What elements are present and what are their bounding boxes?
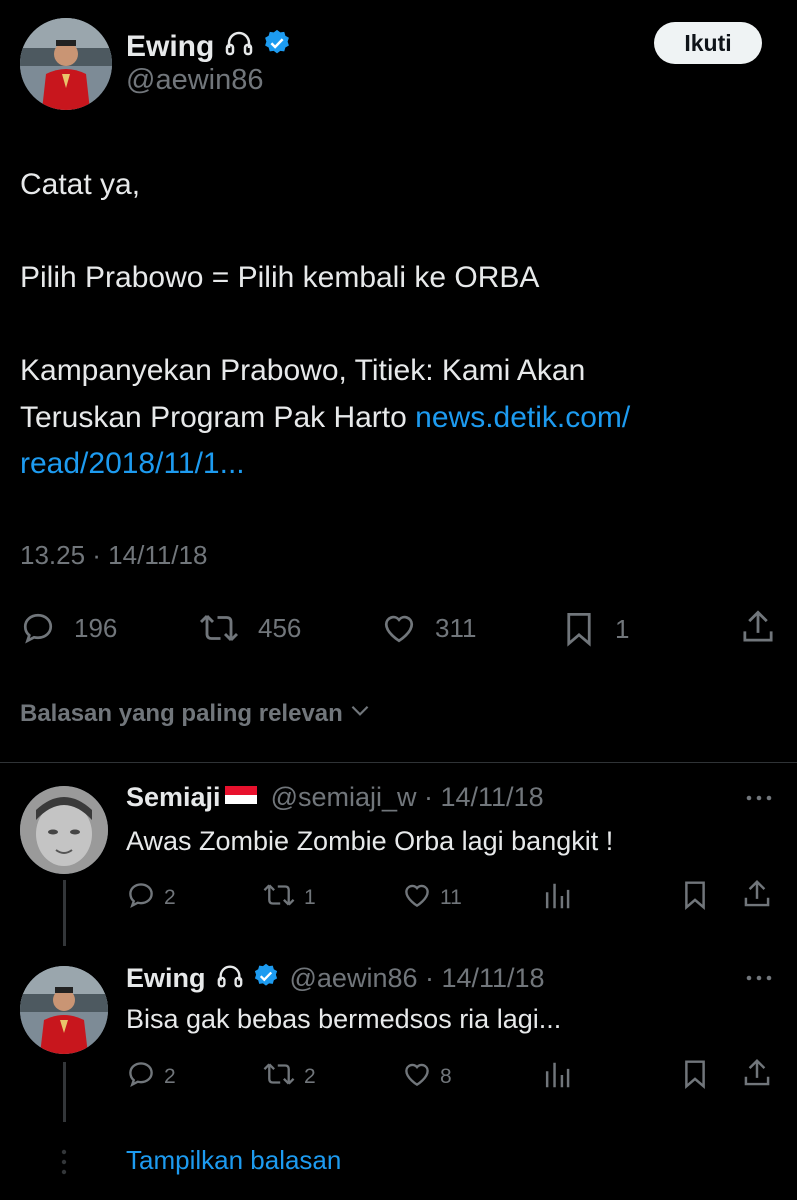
retweet-icon — [198, 610, 240, 646]
reply-icon — [126, 1059, 156, 1095]
reply-header: Semiaji @semiaji_w · 14/11/18 — [126, 782, 544, 813]
verified-badge-icon — [262, 28, 292, 66]
tweet-line-text: Teruskan Program Pak Harto — [20, 400, 416, 434]
retweet-icon — [262, 1059, 296, 1095]
author-name-row[interactable]: Ewing — [126, 28, 292, 66]
tweet-timestamp[interactable]: 13.25 · 14/11/18 — [20, 540, 207, 571]
share-button[interactable] — [740, 608, 776, 646]
reply-share-button[interactable] — [742, 878, 772, 916]
heart-icon — [402, 880, 432, 916]
analytics-icon — [542, 1059, 572, 1097]
author-name[interactable]: Ewing — [126, 30, 214, 64]
reply-bookmark-button[interactable] — [680, 1058, 710, 1096]
follow-button[interactable]: Ikuti — [654, 22, 762, 64]
tweet-line: Pilih Prabowo = Pilih kembali ke ORBA — [20, 261, 540, 294]
thread-line — [63, 1062, 66, 1122]
share-icon — [742, 878, 772, 916]
author-handle[interactable]: @aewin86 — [126, 64, 263, 97]
headphones-icon — [224, 28, 254, 66]
analytics-button[interactable] — [542, 1059, 572, 1097]
reply-count: 2 — [164, 886, 176, 909]
bookmark-icon — [680, 1058, 710, 1096]
more-options-icon[interactable] — [742, 966, 776, 995]
chevron-down-icon — [347, 697, 373, 730]
heart-icon — [402, 1059, 432, 1095]
analytics-button[interactable] — [542, 880, 572, 918]
retweet-icon — [262, 880, 296, 916]
reply-reply-button[interactable]: 2 — [126, 880, 176, 916]
like-count: 8 — [440, 1065, 452, 1088]
reply-text: Awas Zombie Zombie Orba lagi bangkit ! — [126, 826, 614, 856]
reply-author-name[interactable]: Ewing — [126, 963, 206, 994]
reply-retweet-button[interactable]: 2 — [262, 1059, 316, 1095]
thread-dots-icon — [58, 1148, 70, 1181]
tweet-text: Catat ya, Pilih Prabowo = Pilih kembali … — [20, 162, 760, 488]
reply-avatar[interactable] — [20, 966, 108, 1054]
reply-retweet-button[interactable]: 1 — [262, 880, 316, 916]
thread-line — [63, 880, 66, 946]
tweet-line: Teruskan Program Pak Harto news.detik.co… — [20, 395, 760, 442]
retweet-count: 456 — [258, 612, 302, 643]
verified-badge-icon — [252, 962, 280, 995]
divider — [0, 762, 797, 763]
like-button[interactable]: 311 — [381, 610, 476, 646]
bookmark-icon — [680, 879, 710, 917]
reply-button[interactable]: 196 — [20, 610, 117, 646]
reply-like-button[interactable]: 11 — [402, 880, 462, 916]
share-icon — [740, 608, 776, 646]
reply-header: Ewing @aewin86 · 14/11/18 — [126, 962, 545, 995]
headphones-icon — [216, 962, 244, 995]
like-count: 311 — [435, 612, 477, 643]
reply-share-button[interactable] — [742, 1057, 772, 1095]
reply-sort-dropdown[interactable]: Balasan yang paling relevan — [20, 697, 373, 730]
analytics-icon — [542, 880, 572, 918]
heart-icon — [381, 610, 417, 646]
show-replies-link[interactable]: Tampilkan balasan — [126, 1145, 341, 1176]
reply-icon — [20, 610, 56, 646]
article-link-cont[interactable]: read/2018/11/1... — [20, 441, 760, 488]
reply-like-button[interactable]: 8 — [402, 1059, 452, 1095]
tweet-line: Catat ya, — [20, 168, 141, 201]
reply-text: Bisa gak bebas bermedsos ria lagi... — [126, 1004, 562, 1034]
indonesia-flag-icon — [223, 783, 259, 812]
article-link[interactable]: news.detik.com/ — [415, 401, 630, 434]
reply-handle-time[interactable]: @aewin86 · 14/11/18 — [290, 963, 545, 994]
reply-count: 196 — [74, 612, 118, 643]
reply-bookmark-button[interactable] — [680, 879, 710, 917]
more-options-icon[interactable] — [742, 786, 776, 815]
reply-author-name[interactable]: Semiaji — [126, 782, 221, 813]
reply-sort-label: Balasan yang paling relevan — [20, 699, 343, 727]
retweet-button[interactable]: 456 — [198, 610, 301, 646]
author-avatar[interactable] — [20, 18, 112, 110]
retweet-count: 2 — [304, 1065, 316, 1088]
reply-handle-time[interactable]: @semiaji_w · 14/11/18 — [271, 782, 544, 813]
retweet-count: 1 — [304, 886, 316, 909]
tweet-line: Kampanyekan Prabowo, Titiek: Kami Akan — [20, 354, 586, 387]
bookmark-icon — [561, 610, 597, 648]
like-count: 11 — [440, 886, 462, 909]
share-icon — [742, 1057, 772, 1095]
bookmark-button[interactable]: 1 — [561, 610, 629, 648]
reply-count: 2 — [164, 1065, 176, 1088]
reply-icon — [126, 880, 156, 916]
bookmark-count: 1 — [615, 613, 630, 644]
reply-reply-button[interactable]: 2 — [126, 1059, 176, 1095]
reply-avatar[interactable] — [20, 786, 108, 874]
